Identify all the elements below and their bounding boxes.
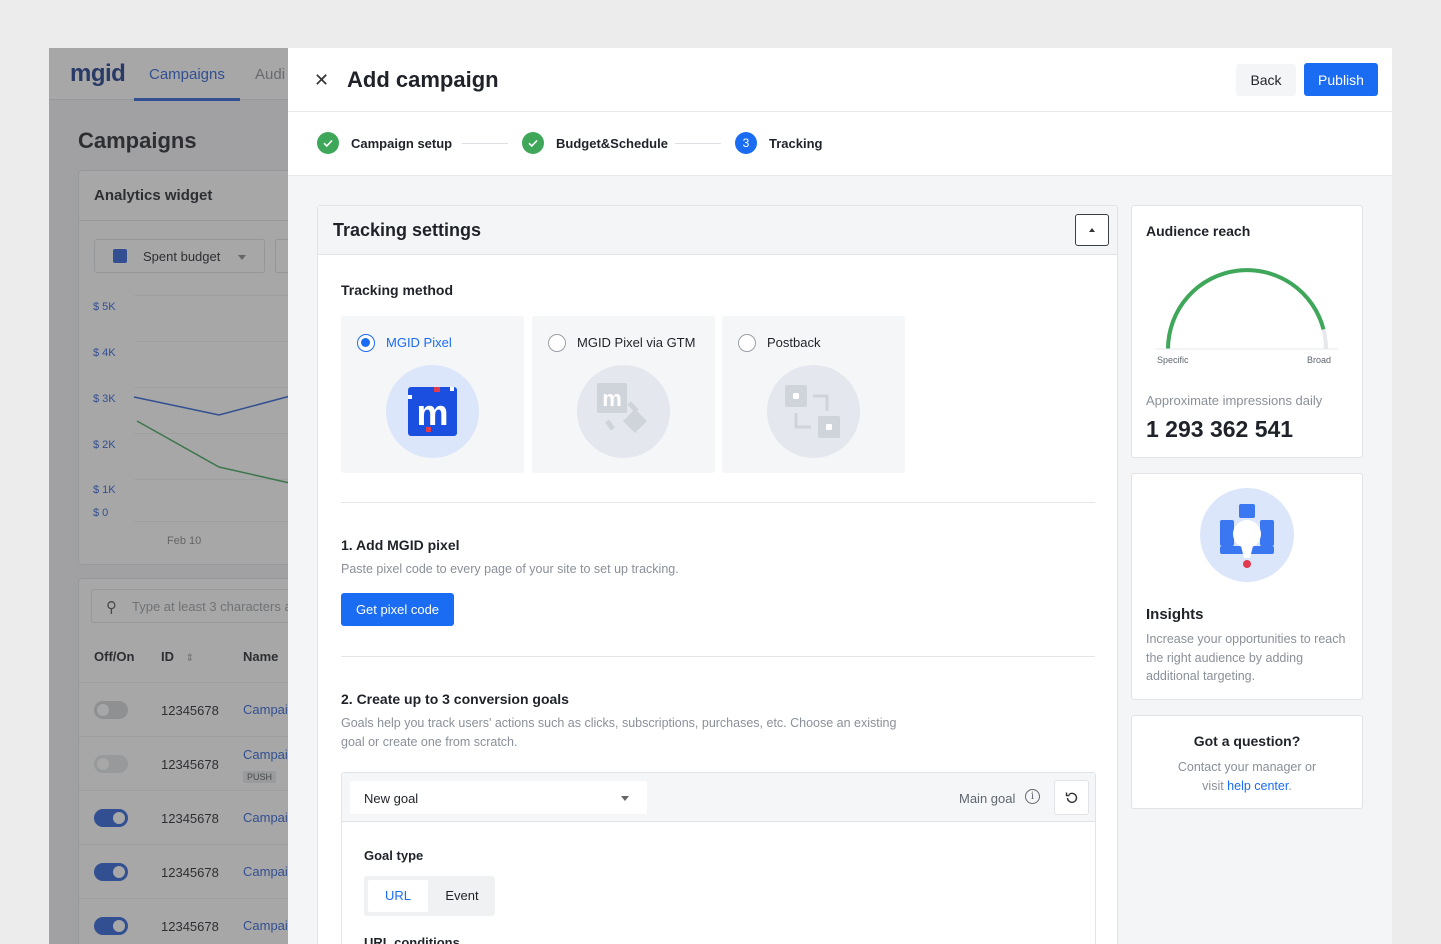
main-goal-label[interactable]: Main goal: [959, 791, 1015, 806]
audience-reach-title: Audience reach: [1146, 223, 1251, 239]
goal-type-event[interactable]: Event: [432, 880, 492, 912]
conversion-goals-desc: Goals help you track users' actions such…: [341, 714, 896, 752]
modal-backdrop[interactable]: [49, 48, 289, 944]
step-connector: [675, 143, 721, 144]
lightbulb-icon: [1200, 488, 1294, 582]
conversion-goals-title: 2. Create up to 3 conversion goals: [341, 691, 569, 707]
goal-type-toggle: URL Event: [364, 876, 495, 916]
radio-unselected[interactable]: [548, 334, 566, 352]
url-conditions-label: URL conditions: [364, 935, 460, 944]
audience-reach-card: Audience reach Specific Broad Approximat…: [1131, 205, 1363, 458]
modal-title: Add campaign: [347, 67, 499, 92]
chevron-up-icon: [1089, 228, 1095, 232]
stepper: Campaign setup Budget&Schedule 3 Trackin…: [288, 112, 1392, 176]
help-center-link[interactable]: help center: [1227, 779, 1288, 793]
insights-desc: Increase your opportunities to reach the…: [1146, 632, 1346, 683]
step-campaign-setup[interactable]: Campaign setup: [317, 132, 452, 154]
desc-line: Goals help you track users' actions such…: [341, 716, 897, 730]
get-pixel-code-button[interactable]: Get pixel code: [341, 593, 454, 626]
add-pixel-title: 1. Add MGID pixel: [341, 537, 460, 553]
tracking-settings-card: Tracking settings Tracking method MGID P…: [317, 205, 1118, 944]
step-number: 3: [735, 132, 757, 154]
help-desc-prefix: visit: [1202, 779, 1228, 793]
goal-type-url[interactable]: URL: [368, 880, 428, 912]
close-icon[interactable]: ✕: [314, 70, 329, 91]
gauge-min-label: Specific: [1157, 355, 1189, 365]
info-icon[interactable]: i: [1025, 789, 1040, 804]
help-title: Got a question?: [1193, 733, 1301, 749]
method-mgid-pixel[interactable]: MGID Pixel m: [341, 316, 524, 473]
radio-selected[interactable]: [357, 334, 375, 352]
gauge-fill: [1166, 268, 1326, 350]
goal-select-value: New goal: [364, 791, 419, 806]
svg-text:m: m: [602, 386, 622, 411]
add-campaign-modal: ✕ Add campaign Back Publish Campaign set…: [288, 48, 1392, 944]
step-tracking[interactable]: 3 Tracking: [735, 132, 822, 154]
help-card: Got a question? Contact your manager or …: [1131, 715, 1363, 809]
refresh-icon: [1065, 792, 1077, 803]
check-icon: [522, 132, 544, 154]
chevron-down-icon: [621, 796, 629, 801]
method-label: MGID Pixel via GTM: [577, 335, 696, 350]
reset-button[interactable]: [1054, 780, 1089, 815]
step-label: Budget&Schedule: [556, 135, 668, 151]
insights-card: Insights Increase your opportunities to …: [1131, 473, 1363, 700]
desc-line: goal or create one from scratch.: [341, 735, 518, 749]
radio-unselected[interactable]: [738, 334, 756, 352]
goal-header: New goal Main goal i: [342, 773, 1095, 822]
publish-button[interactable]: Publish: [1304, 63, 1378, 96]
postback-illustration: [767, 365, 860, 458]
method-mgid-pixel-gtm[interactable]: MGID Pixel via GTM m: [532, 316, 715, 473]
impressions-value: 1 293 362 541: [1146, 416, 1294, 442]
method-postback[interactable]: Postback: [722, 316, 905, 473]
goal-select[interactable]: New goal: [350, 781, 647, 814]
goal-type-label: Goal type: [364, 848, 424, 863]
goal-editor: New goal Main goal i Goal type URL Event…: [341, 772, 1096, 944]
step-label: Campaign setup: [351, 135, 453, 151]
card-header: Tracking settings: [318, 206, 1117, 255]
tracking-method-title: Tracking method: [341, 282, 454, 298]
step-label: Tracking: [769, 135, 823, 151]
help-desc-line: Contact your manager or: [1177, 760, 1317, 774]
svg-text:m: m: [416, 392, 448, 433]
gtm-illustration: m: [577, 365, 670, 458]
help-desc: Contact your manager or visit help cente…: [1132, 758, 1362, 796]
step-budget-schedule[interactable]: Budget&Schedule: [522, 132, 668, 154]
section-divider: [341, 502, 1095, 503]
help-desc-line: visit help center.: [1132, 777, 1362, 796]
check-icon: [317, 132, 339, 154]
gauge-track: [1166, 268, 1328, 350]
gauge-max-label: Broad: [1307, 355, 1332, 365]
collapse-button[interactable]: [1075, 214, 1109, 246]
mgid-pixel-illustration: m: [386, 365, 479, 458]
modal-header: ✕ Add campaign Back Publish: [288, 48, 1392, 112]
method-label: Postback: [767, 335, 821, 350]
step-connector: [462, 143, 508, 144]
reach-gauge: [1156, 268, 1338, 350]
help-desc-suffix: .: [1288, 779, 1292, 793]
back-button[interactable]: Back: [1236, 64, 1296, 96]
card-title: Tracking settings: [333, 220, 482, 240]
method-label: MGID Pixel: [386, 335, 452, 350]
add-pixel-desc: Paste pixel code to every page of your s…: [341, 562, 679, 576]
section-divider: [341, 656, 1095, 657]
insights-title: Insights: [1146, 606, 1204, 623]
approx-impressions-label: Approximate impressions daily: [1146, 393, 1323, 408]
